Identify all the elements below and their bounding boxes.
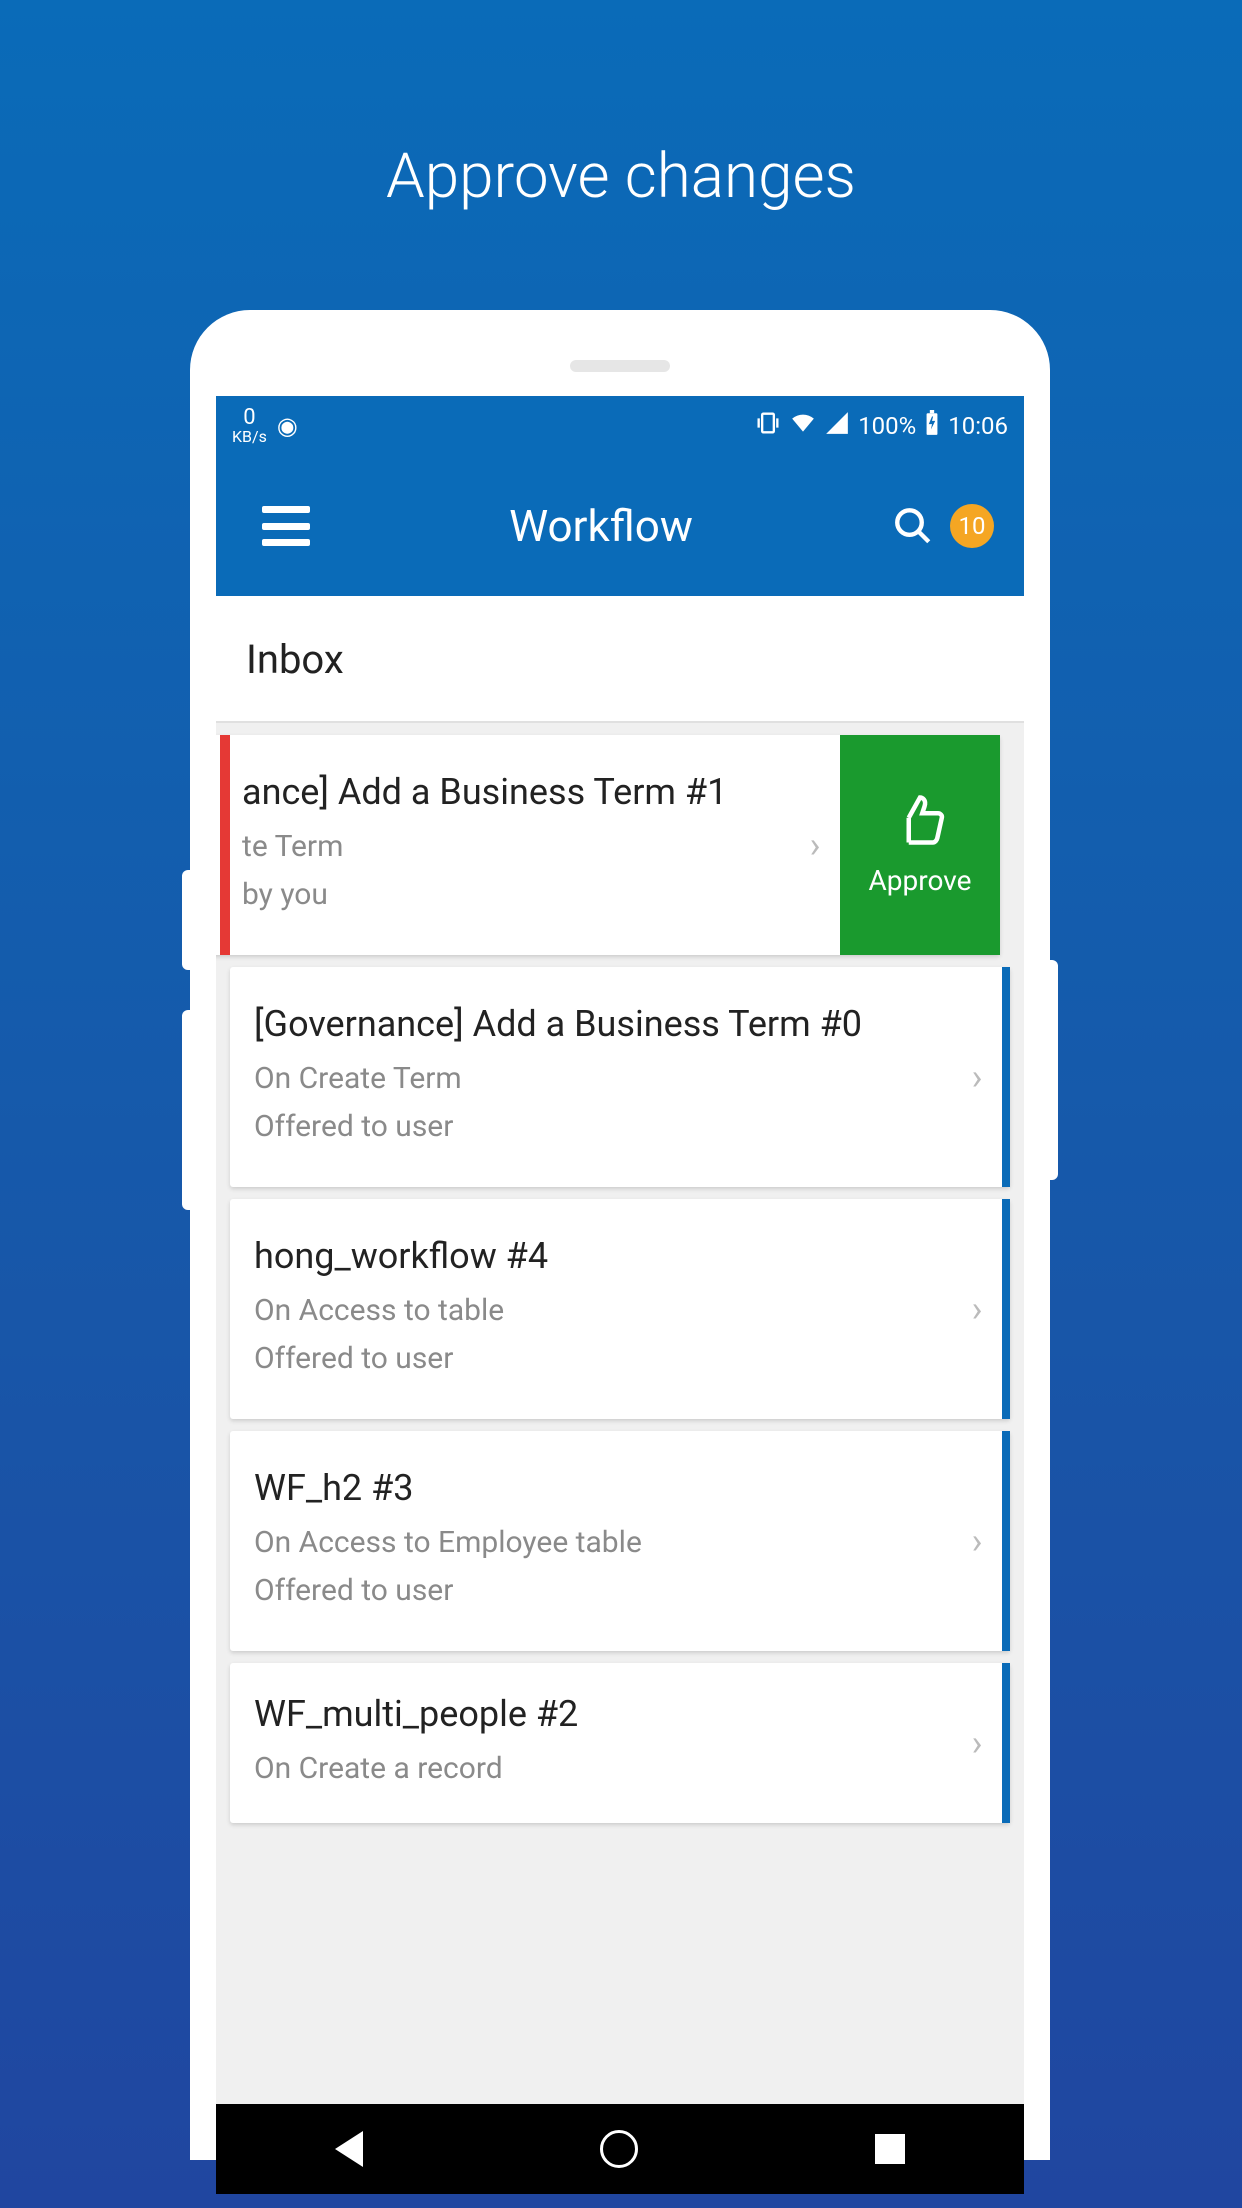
chevron-right-icon: › <box>790 735 840 955</box>
status-bar: 0 KB/s ◉ 100% 10:06 <box>216 396 1024 456</box>
back-button[interactable] <box>335 2131 363 2167</box>
item-title: [Governance] Add a Business Term #0 <box>254 1003 928 1045</box>
battery-icon <box>924 410 940 442</box>
item-subtitle: On Access to table <box>254 1287 928 1335</box>
phone-frame: 0 KB/s ◉ 100% 10:06 <box>190 310 1050 2160</box>
list-item[interactable]: WF_multi_people #2 On Create a record › <box>230 1663 1010 1823</box>
item-subtitle: te Term <box>242 823 766 871</box>
recents-button[interactable] <box>875 2134 905 2164</box>
phone-speaker-area <box>216 336 1024 396</box>
chevron-right-icon: › <box>952 1663 1002 1823</box>
item-title: WF_h2 #3 <box>254 1467 928 1509</box>
item-subtitle: On Create Term <box>254 1055 928 1103</box>
item-subtitle: On Access to Employee table <box>254 1519 928 1567</box>
page-title: Workflow <box>310 500 892 552</box>
list-item[interactable]: ance] Add a Business Term #1 te Term by … <box>216 735 1000 955</box>
phone-side-button <box>182 1010 196 1210</box>
item-subtitle: Offered to user <box>254 1567 928 1615</box>
workflow-list[interactable]: ance] Add a Business Term #1 te Term by … <box>216 735 1024 1823</box>
item-title: hong_workflow #4 <box>254 1235 928 1277</box>
chevron-right-icon: › <box>952 967 1002 1187</box>
approve-label: Approve <box>869 864 972 897</box>
android-nav-bar <box>216 2104 1024 2194</box>
chevron-right-icon: › <box>952 1431 1002 1651</box>
accent-bar <box>1002 1199 1010 1419</box>
accent-bar <box>220 735 230 955</box>
app-screen: 0 KB/s ◉ 100% 10:06 <box>216 396 1024 2194</box>
signal-icon <box>824 410 850 442</box>
accent-bar <box>1002 1663 1010 1823</box>
list-item[interactable]: [Governance] Add a Business Term #0 On C… <box>230 967 1010 1187</box>
accent-bar <box>1002 967 1010 1187</box>
thumbs-up-icon <box>893 793 947 854</box>
accent-bar <box>1002 1431 1010 1651</box>
search-button[interactable] <box>892 505 934 547</box>
clock-text: 10:06 <box>948 412 1008 440</box>
marketing-title: Approve changes <box>0 140 1242 213</box>
section-header-inbox: Inbox <box>216 596 1024 723</box>
home-button[interactable] <box>600 2130 638 2168</box>
wifi-icon <box>790 410 816 442</box>
approve-button[interactable]: Approve <box>840 735 1000 955</box>
phone-side-button <box>182 870 196 970</box>
phone-side-button <box>1044 960 1058 1180</box>
item-subtitle: by you <box>242 871 766 919</box>
data-rate-indicator: 0 KB/s <box>232 407 267 445</box>
item-title: WF_multi_people #2 <box>254 1693 928 1735</box>
sync-icon: ◉ <box>277 412 298 440</box>
chevron-right-icon: › <box>952 1199 1002 1419</box>
notification-badge[interactable]: 10 <box>950 504 994 548</box>
app-bar: Workflow 10 <box>216 456 1024 596</box>
item-subtitle: Offered to user <box>254 1103 928 1151</box>
list-item[interactable]: WF_h2 #3 On Access to Employee table Off… <box>230 1431 1010 1651</box>
item-subtitle: Offered to user <box>254 1335 928 1383</box>
item-subtitle: On Create a record <box>254 1745 928 1793</box>
vibrate-icon <box>754 409 782 443</box>
item-title: ance] Add a Business Term #1 <box>242 771 766 813</box>
battery-text: 100% <box>858 412 916 440</box>
menu-button[interactable] <box>262 506 310 546</box>
list-item[interactable]: hong_workflow #4 On Access to table Offe… <box>230 1199 1010 1419</box>
phone-speaker <box>570 360 670 372</box>
